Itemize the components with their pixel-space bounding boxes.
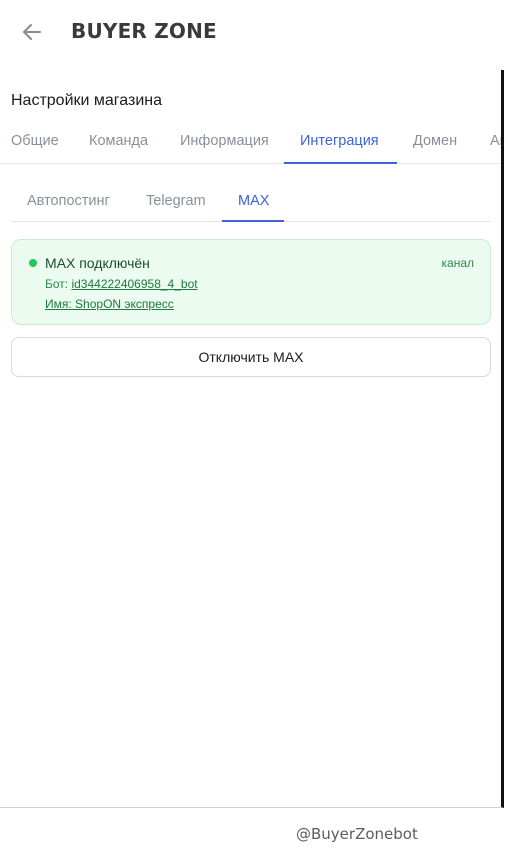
- tab-general[interactable]: Общие: [11, 126, 59, 164]
- subtab-telegram[interactable]: Telegram: [146, 184, 206, 222]
- bot-prefix: Бот:: [45, 277, 72, 291]
- tab-integration[interactable]: Интеграция: [300, 126, 379, 164]
- bot-handle: @BuyerZonebot: [296, 825, 418, 843]
- active-tab-indicator: [284, 162, 397, 164]
- status-channel-label: канал: [441, 256, 475, 270]
- bot-link[interactable]: id344222406958_4_bot: [71, 277, 197, 291]
- app-title: BUYER ZONE: [71, 19, 217, 43]
- settings-tabs: Общие Команда Информация Интеграция Доме…: [0, 126, 501, 164]
- bot-line: Бот: id344222406958_4_bot: [45, 277, 198, 291]
- integration-subtabs: Автопостинг Telegram MAX: [11, 184, 491, 222]
- subtab-autoposting[interactable]: Автопостинг: [27, 184, 110, 222]
- page-title: Настройки магазина: [11, 92, 163, 109]
- tab-domain[interactable]: Домен: [413, 126, 457, 164]
- tab-team[interactable]: Команда: [89, 126, 148, 164]
- app-bar: BUYER ZONE: [0, 0, 508, 66]
- status-dot-icon: [29, 259, 37, 267]
- settings-frame: Настройки магазина Общие Команда Информа…: [0, 70, 504, 808]
- subtab-max[interactable]: MAX: [238, 184, 269, 222]
- tab-more[interactable]: Ак: [490, 126, 501, 164]
- active-subtab-indicator: [222, 220, 284, 222]
- disconnect-max-button[interactable]: Отключить MAX: [11, 337, 491, 377]
- channel-name-link[interactable]: Имя: ShopON экспресс: [45, 297, 174, 311]
- max-status-card: MAX подключён канал Бот: id344222406958_…: [11, 239, 491, 325]
- arrow-left-icon: [23, 24, 41, 40]
- back-button[interactable]: [14, 14, 50, 50]
- status-title: MAX подключён: [45, 255, 150, 271]
- tab-information[interactable]: Информация: [180, 126, 269, 164]
